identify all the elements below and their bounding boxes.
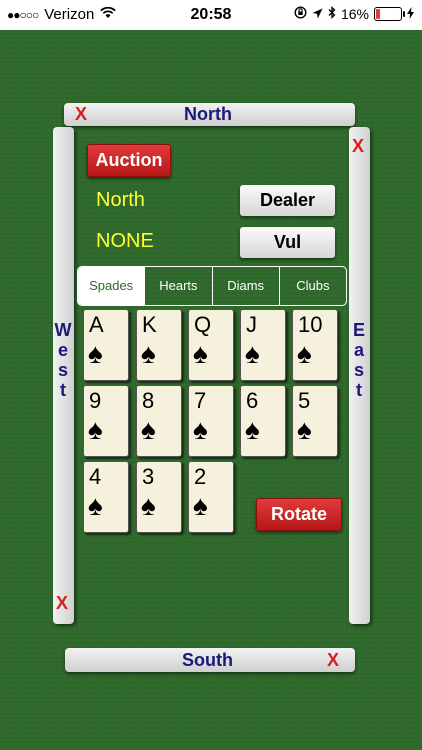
card-king-spades[interactable]: K ♠ [136,309,182,381]
north-close-x-icon[interactable]: X [75,104,87,125]
card-rank: 6 [246,388,259,413]
tab-diams[interactable]: Diams [211,267,279,305]
card-rank: K [142,312,157,337]
card-rank: 2 [194,464,207,489]
suit-tabs: Spades Hearts Diams Clubs [77,266,347,306]
card-nine-spades[interactable]: 9 ♠ [83,385,129,457]
card-ace-spades[interactable]: A ♠ [83,309,129,381]
west-close-x-icon[interactable]: X [56,593,68,614]
east-letter: t [356,380,362,400]
east-letter: a [353,340,364,360]
west-bar[interactable]: W e s t X [53,127,74,624]
card-jack-spades[interactable]: J ♠ [240,309,286,381]
card-rank: A [89,312,104,337]
card-rank: Q [194,312,212,337]
spade-icon: ♠ [141,414,156,445]
spade-icon: ♠ [141,490,156,521]
card-five-spades[interactable]: 5 ♠ [292,385,338,457]
card-rank: 4 [89,464,102,489]
east-bar[interactable]: X E a s t [349,127,370,624]
bluetooth-icon [328,5,336,22]
card-rank: J [246,312,257,337]
west-label-letters: W e s t [53,320,73,400]
status-bar: ●●○○○ Verizon 20:58 16% [0,0,422,30]
tab-hearts[interactable]: Hearts [144,267,211,305]
west-letter: W [54,320,72,340]
spade-icon: ♠ [193,414,208,445]
west-letter: e [57,340,68,360]
spade-icon: ♠ [297,338,312,369]
south-close-x-icon[interactable]: X [327,650,339,671]
card-rank: 3 [142,464,155,489]
south-bar[interactable]: South X [65,648,355,672]
card-rank: 7 [194,388,207,413]
vul-value: NONE [96,230,154,252]
spade-icon: ♠ [88,490,103,521]
spade-icon: ♠ [193,338,208,369]
east-letter: s [353,360,364,380]
south-label: South [182,650,233,670]
rotate-button[interactable]: Rotate [256,498,342,531]
dealer-button[interactable]: Dealer [240,185,335,216]
west-letter: t [60,380,66,400]
card-eight-spades[interactable]: 8 ♠ [136,385,182,457]
card-ten-spades[interactable]: 10 ♠ [292,309,338,381]
north-label: North [184,104,232,124]
card-six-spades[interactable]: 6 ♠ [240,385,286,457]
west-letter: s [57,360,68,380]
location-arrow-icon [312,6,323,22]
battery-icon [374,7,405,21]
card-three-spades[interactable]: 3 ♠ [136,461,182,533]
tab-spades[interactable]: Spades [78,267,145,305]
north-bar[interactable]: X North [64,103,355,126]
charging-bolt-icon [407,6,414,22]
spade-icon: ♠ [245,414,260,445]
spade-icon: ♠ [88,338,103,369]
spade-icon: ♠ [141,338,156,369]
battery-percent: 16% [340,6,369,22]
status-right: 16% [294,5,414,22]
east-label-letters: E a s t [349,320,369,400]
east-close-x-icon[interactable]: X [352,136,364,157]
card-four-spades[interactable]: 4 ♠ [83,461,129,533]
rotation-lock-icon [294,6,307,22]
auction-button[interactable]: Auction [87,144,171,177]
spade-icon: ♠ [88,414,103,445]
card-seven-spades[interactable]: 7 ♠ [188,385,234,457]
spade-icon: ♠ [297,414,312,445]
card-two-spades[interactable]: 2 ♠ [188,461,234,533]
card-rank: 5 [298,388,311,413]
spade-icon: ♠ [245,338,260,369]
dealer-value: North [96,189,145,211]
spade-icon: ♠ [193,490,208,521]
east-letter: E [352,320,365,340]
card-queen-spades[interactable]: Q ♠ [188,309,234,381]
card-rank: 9 [89,388,102,413]
tab-clubs[interactable]: Clubs [278,267,346,305]
card-rank: 10 [298,312,323,337]
vul-button[interactable]: Vul [240,227,335,258]
card-rank: 8 [142,388,155,413]
